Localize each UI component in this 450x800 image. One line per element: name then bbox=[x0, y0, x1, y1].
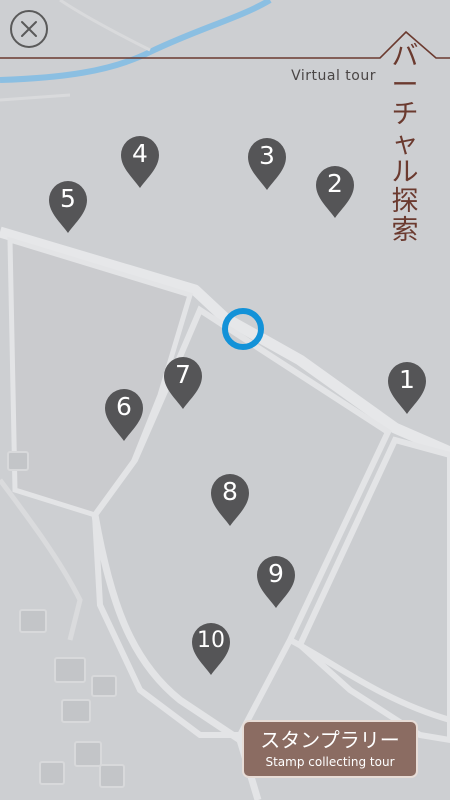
spot-pin-10[interactable]: 10 bbox=[190, 621, 232, 677]
title-vertical-jp: バ ー チ ャ ル 探 索 bbox=[380, 42, 430, 245]
stamp-rally-label-jp: スタンプラリー bbox=[260, 728, 400, 752]
title-char: ー bbox=[391, 70, 419, 101]
title-char: チ bbox=[391, 99, 419, 130]
close-x-icon bbox=[21, 21, 37, 37]
map-screen: Virtual tour バ ー チ ャ ル 探 索 1 2 3 4 5 6 7… bbox=[0, 0, 450, 800]
spot-number: 3 bbox=[259, 141, 275, 170]
spot-pin-1[interactable]: 1 bbox=[386, 360, 428, 416]
spot-pin-2[interactable]: 2 bbox=[314, 164, 356, 220]
title-char: バ bbox=[391, 41, 419, 72]
road-north bbox=[59, 0, 151, 52]
current-location-ring-icon bbox=[222, 308, 264, 350]
spot-number: 5 bbox=[60, 184, 76, 213]
title-char: ャ bbox=[391, 128, 419, 159]
spot-number: 4 bbox=[132, 139, 148, 168]
spot-pin-7[interactable]: 7 bbox=[162, 355, 204, 411]
stamp-rally-label-en: Stamp collecting tour bbox=[265, 755, 395, 769]
spot-pin-3[interactable]: 3 bbox=[246, 136, 288, 192]
spot-pin-6[interactable]: 6 bbox=[103, 387, 145, 443]
spot-pin-8[interactable]: 8 bbox=[209, 472, 251, 528]
title-char: 索 bbox=[391, 215, 419, 246]
spot-number: 1 bbox=[399, 365, 415, 394]
spot-number: 10 bbox=[197, 628, 225, 653]
close-button[interactable] bbox=[10, 10, 48, 48]
title-char: 探 bbox=[391, 186, 419, 217]
spot-pin-9[interactable]: 9 bbox=[255, 554, 297, 610]
spot-number: 6 bbox=[116, 392, 132, 421]
stamp-rally-button[interactable]: スタンプラリー Stamp collecting tour bbox=[242, 720, 418, 778]
spot-number: 7 bbox=[175, 360, 191, 389]
title-char: ル bbox=[391, 157, 419, 188]
spot-pin-4[interactable]: 4 bbox=[119, 134, 161, 190]
spot-pin-5[interactable]: 5 bbox=[47, 179, 89, 235]
spot-number: 8 bbox=[222, 477, 238, 506]
road-upper-left bbox=[0, 93, 71, 102]
subtitle-virtual-tour: Virtual tour bbox=[291, 68, 376, 84]
spot-number: 9 bbox=[268, 559, 284, 588]
spot-number: 2 bbox=[327, 169, 343, 198]
